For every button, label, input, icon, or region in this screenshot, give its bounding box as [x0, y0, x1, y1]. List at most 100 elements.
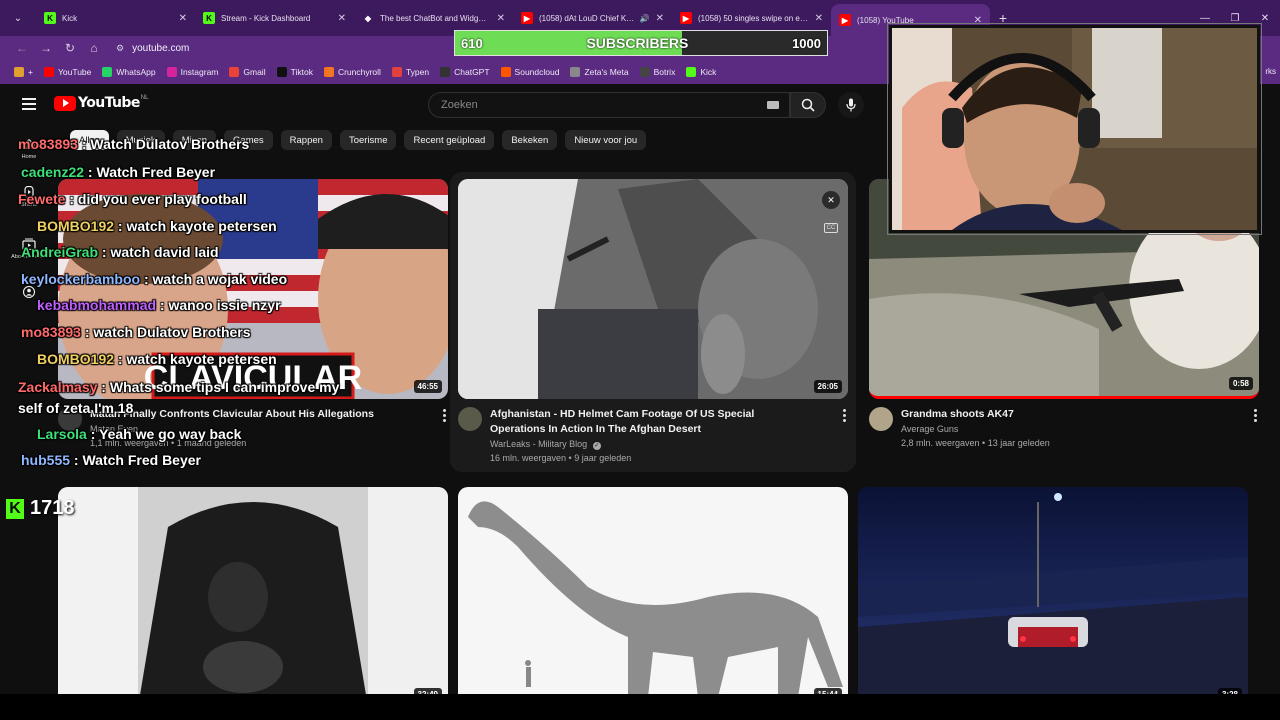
tab-3[interactable]: ▶ (1058) dAt LouD Chief Keef 🔊 ✕	[513, 4, 672, 32]
keyboard-icon[interactable]	[767, 101, 779, 109]
kick-icon: K	[203, 12, 215, 24]
tab-search-icon[interactable]: ⌄	[0, 0, 36, 36]
filter-chip[interactable]: Bekeken	[502, 130, 558, 150]
voice-search-button[interactable]	[838, 92, 864, 118]
tab-2[interactable]: ◆ The best ChatBot and Widgets f... ✕	[354, 4, 513, 32]
you-icon	[22, 286, 36, 298]
tab-1[interactable]: K Stream - Kick Dashboard ✕	[195, 4, 354, 32]
video-title[interactable]: Afghanistan - HD Helmet Cam Footage Of U…	[490, 407, 810, 437]
video-thumbnail[interactable]: 3:28	[858, 487, 1248, 707]
video-thumbnail[interactable]: 26:05 ✕ CC	[458, 179, 848, 399]
video-title[interactable]: Grandma shoots AK47	[901, 407, 1221, 422]
chat-text: watch kayote petersen	[126, 351, 277, 367]
filter-chip[interactable]: Nieuw voor jou	[565, 130, 647, 150]
tab-title: (1058) 50 singles swipe on each...	[698, 13, 809, 23]
tab-4[interactable]: ▶ (1058) 50 singles swipe on each... ✕	[672, 4, 831, 32]
chat-text: watch a wojak video	[152, 271, 288, 287]
guide-label: Home	[21, 154, 37, 160]
close-icon[interactable]: ✕	[815, 13, 823, 24]
bookmark-label: +	[28, 67, 33, 77]
filter-chip[interactable]: Recent geüpload	[404, 130, 495, 150]
tab-0[interactable]: K Kick ✕	[36, 4, 195, 32]
site-info-icon[interactable]: ⚙	[116, 43, 124, 54]
bookmark-label: ChatGPT	[454, 67, 490, 77]
bookmark-label: Typen	[405, 67, 430, 77]
close-icon[interactable]: ✕	[179, 13, 187, 24]
video-bottom-bar	[0, 694, 1280, 720]
bookmark-label: Kick	[700, 67, 717, 77]
bookmark-typen[interactable]: Typen	[391, 67, 430, 77]
subscriber-goal-labels: 610 SUBSCRIBERS 1000	[455, 31, 827, 55]
chat-username: keylockerbamboo	[21, 271, 141, 287]
speaker-icon[interactable]: 🔊	[640, 14, 650, 23]
duration-badge: 0:58	[1228, 377, 1253, 390]
bookmark-whatsapp[interactable]: WhatsApp	[102, 67, 156, 77]
filter-chip[interactable]: Rappen	[280, 130, 332, 150]
home-icon[interactable]: ⌂	[82, 41, 106, 55]
video-thumbnail[interactable]: 32:49	[58, 487, 448, 707]
bookmark-youtube[interactable]: YouTube	[43, 67, 91, 77]
chat-text: Watch Fred Beyer	[96, 164, 216, 180]
video-card[interactable]: 15:44	[458, 487, 848, 707]
close-icon[interactable]: ✕	[656, 13, 664, 24]
url-field[interactable]: ⚙ youtube.com	[116, 38, 446, 58]
more-actions-icon[interactable]	[843, 409, 846, 424]
forward-icon[interactable]: →	[34, 41, 58, 55]
mute-icon[interactable]: ✕	[822, 191, 840, 209]
youtube-icon: ▶	[521, 12, 533, 24]
bookmark-folder[interactable]: +	[14, 67, 33, 77]
bookmark-instagram[interactable]: Instagram	[166, 67, 219, 77]
channel-name[interactable]: WarLeaks - Military Blog ✓	[490, 439, 601, 450]
captions-icon[interactable]: CC	[824, 223, 838, 233]
bookmark-crunchyroll[interactable]: Crunchyroll	[323, 67, 381, 77]
chat-text: Whats some tips I can improve my	[109, 379, 340, 395]
subscriber-goal-bar: 610 SUBSCRIBERS 1000	[454, 30, 828, 56]
tab-title: The best ChatBot and Widgets f...	[380, 13, 491, 23]
bookmark-tiktok[interactable]: Tiktok	[276, 67, 313, 77]
search-button[interactable]	[790, 92, 826, 118]
subscriber-label: SUBSCRIBERS	[586, 35, 689, 51]
chat-message: mo83893 : Watch Dulatov Brothers	[18, 136, 249, 152]
video-card[interactable]: 32:49	[58, 487, 448, 707]
bookmark-botrix[interactable]: Botrix	[639, 67, 675, 77]
bookmark-label: Zeta's Meta	[584, 67, 629, 77]
search-input[interactable]: Zoeken	[428, 92, 790, 118]
video-card[interactable]: 3:28	[858, 487, 1248, 707]
chat-message: Zackalmasy : Whats some tips I can impro…	[18, 379, 339, 395]
chat-username: Fewete	[18, 191, 66, 207]
chat-separator: :	[97, 379, 110, 395]
bookmark-soundcloud[interactable]: Soundcloud	[500, 67, 559, 77]
duration-badge: 46:55	[413, 380, 442, 393]
video-card[interactable]: 26:05 ✕ CC Afghanistan - HD Helmet Cam F…	[458, 179, 848, 469]
filter-chip[interactable]: Toerisme	[339, 130, 397, 150]
youtube-logo[interactable]: YouTube NL	[54, 95, 148, 111]
close-icon[interactable]: ✕	[338, 13, 346, 24]
menu-icon[interactable]	[22, 98, 36, 113]
chat-username: hub555	[21, 452, 71, 468]
video-title[interactable]: Matan Finally Confronts Clavicular About…	[90, 407, 410, 422]
thumbnail-image	[58, 487, 448, 707]
chat-separator: :	[80, 324, 94, 340]
more-actions-icon[interactable]	[443, 409, 446, 424]
chat-separator: :	[114, 351, 127, 367]
bookmark-gmail[interactable]: Gmail	[229, 67, 266, 77]
bookmark-kick[interactable]: Kick	[686, 67, 716, 77]
diamond-icon: ◆	[364, 13, 372, 23]
more-actions-icon[interactable]	[1254, 409, 1257, 424]
video-thumbnail[interactable]: 15:44	[458, 487, 848, 707]
chat-username: cadenz22	[21, 164, 85, 180]
chat-message: keylockerbamboo : watch a wojak video	[21, 271, 287, 287]
channel-name[interactable]: Average Guns	[901, 424, 958, 434]
reload-icon[interactable]: ↻	[58, 41, 82, 55]
chat-username: BOMBO192	[37, 218, 115, 234]
bookmark-chatgpt[interactable]: ChatGPT	[440, 67, 490, 77]
bookmarks-overflow[interactable]: rks	[1265, 67, 1276, 76]
channel-name-text: WarLeaks - Military Blog	[490, 439, 588, 449]
back-icon[interactable]: ←	[10, 41, 34, 55]
channel-avatar[interactable]	[869, 407, 893, 431]
channel-avatar[interactable]	[458, 407, 482, 431]
close-icon[interactable]: ✕	[497, 13, 505, 24]
youtube-icon	[43, 67, 54, 77]
bookmark-label: Instagram	[180, 67, 219, 77]
bookmark-zeta-s-meta[interactable]: Zeta's Meta	[570, 67, 629, 77]
